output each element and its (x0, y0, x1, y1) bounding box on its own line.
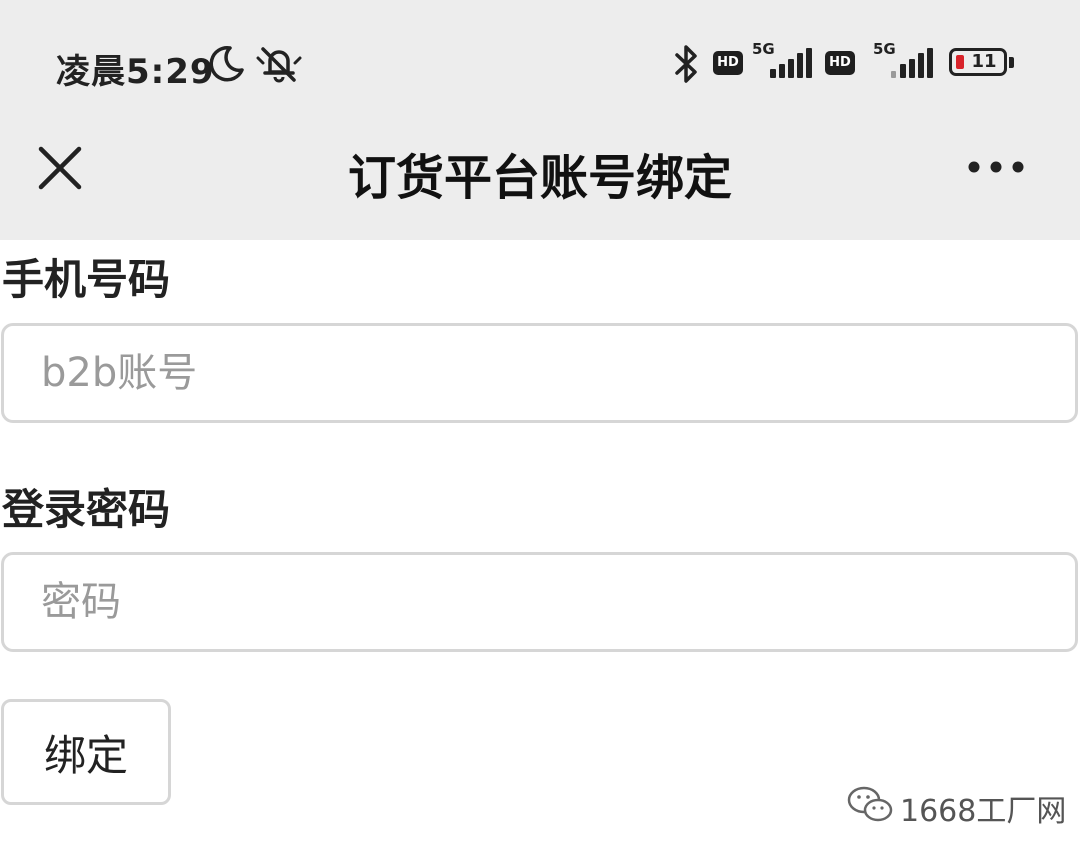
battery-icon: 11 (949, 48, 1007, 76)
hd-badge: HD (713, 51, 743, 75)
phone-label: 手机号码 (2, 255, 171, 304)
status-time: 凌晨5:29 (56, 52, 215, 92)
more-icon[interactable] (962, 150, 1030, 184)
moon-icon (209, 46, 244, 82)
top-bar: 凌晨5:29 HD 5G HD 5G 11 订货平台账号绑定 (0, 0, 1080, 240)
signal-icon (770, 48, 812, 78)
battery-fill (956, 55, 964, 69)
battery-tip (1009, 57, 1014, 68)
bluetooth-icon (675, 45, 697, 83)
password-label: 登录密码 (2, 485, 171, 534)
battery-level: 11 (971, 51, 997, 72)
hd-badge: HD (825, 51, 855, 75)
bind-button[interactable]: 绑定 (1, 699, 171, 805)
phone-input[interactable] (1, 323, 1078, 423)
password-input[interactable] (1, 552, 1078, 652)
wechat-icon (847, 786, 893, 822)
watermark-text: 1668工厂网 (900, 794, 1067, 829)
signal-icon (891, 48, 933, 78)
bell-muted-icon (256, 47, 302, 83)
page-title: 订货平台账号绑定 (347, 150, 732, 206)
